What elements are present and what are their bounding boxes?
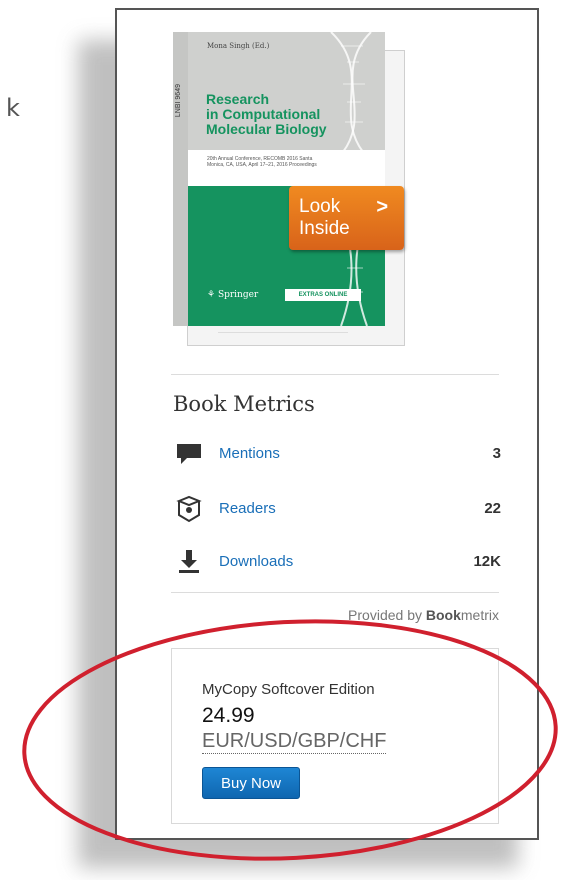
readers-icon bbox=[176, 495, 202, 523]
cover-editor: Mona Singh (Ed.) bbox=[207, 42, 270, 50]
price-value: 24.99 bbox=[202, 704, 255, 727]
book-cover[interactable]: LNBI 9649 Mona Singh (Ed.) Research in C… bbox=[173, 32, 385, 326]
downloads-count: 12K bbox=[473, 553, 501, 570]
book-metrics-heading: Book Metrics bbox=[173, 392, 315, 416]
download-icon bbox=[179, 550, 199, 573]
speech-bubble-icon bbox=[177, 444, 201, 464]
metric-row-readers: Readers 22 bbox=[171, 495, 501, 523]
book-sidebar-panel: LNBI 9649 Mona Singh (Ed.) Research in C… bbox=[115, 8, 539, 840]
look-inside-button[interactable]: Look Inside > bbox=[289, 186, 404, 250]
mentions-count: 3 bbox=[492, 445, 501, 462]
divider bbox=[171, 592, 499, 593]
mentions-link[interactable]: Mentions bbox=[219, 445, 280, 462]
buy-now-button[interactable]: Buy Now bbox=[202, 767, 300, 799]
currency-selector[interactable]: EUR/USD/GBP/CHF bbox=[202, 729, 387, 754]
downloads-link[interactable]: Downloads bbox=[219, 553, 293, 570]
purchase-box: MyCopy Softcover Edition 24.99 EUR/USD/G… bbox=[171, 648, 499, 824]
metric-row-mentions: Mentions 3 bbox=[171, 440, 501, 468]
metric-row-downloads: Downloads 12K bbox=[171, 548, 501, 576]
readers-link[interactable]: Readers bbox=[219, 500, 276, 517]
cover-spine: LNBI 9649 bbox=[173, 32, 188, 326]
chevron-right-icon: > bbox=[376, 196, 388, 218]
provided-by-bookmetrix: Provided by Bookmetrix bbox=[348, 607, 499, 623]
readers-count: 22 bbox=[484, 500, 501, 517]
extras-online-badge: EXTRAS ONLINE bbox=[285, 289, 361, 301]
springer-logo: ⚘ Springer bbox=[207, 290, 259, 300]
dna-helix-icon bbox=[330, 32, 373, 326]
spine-label: LNBI 9649 bbox=[175, 84, 182, 118]
cut-off-text: k bbox=[6, 94, 20, 122]
cover-subtitle: 20th Annual Conference, RECOMB 2016 Sant… bbox=[207, 156, 317, 168]
divider bbox=[171, 374, 499, 375]
edition-label: MyCopy Softcover Edition bbox=[202, 681, 375, 698]
cover-title: Research in Computational Molecular Biol… bbox=[206, 91, 327, 137]
